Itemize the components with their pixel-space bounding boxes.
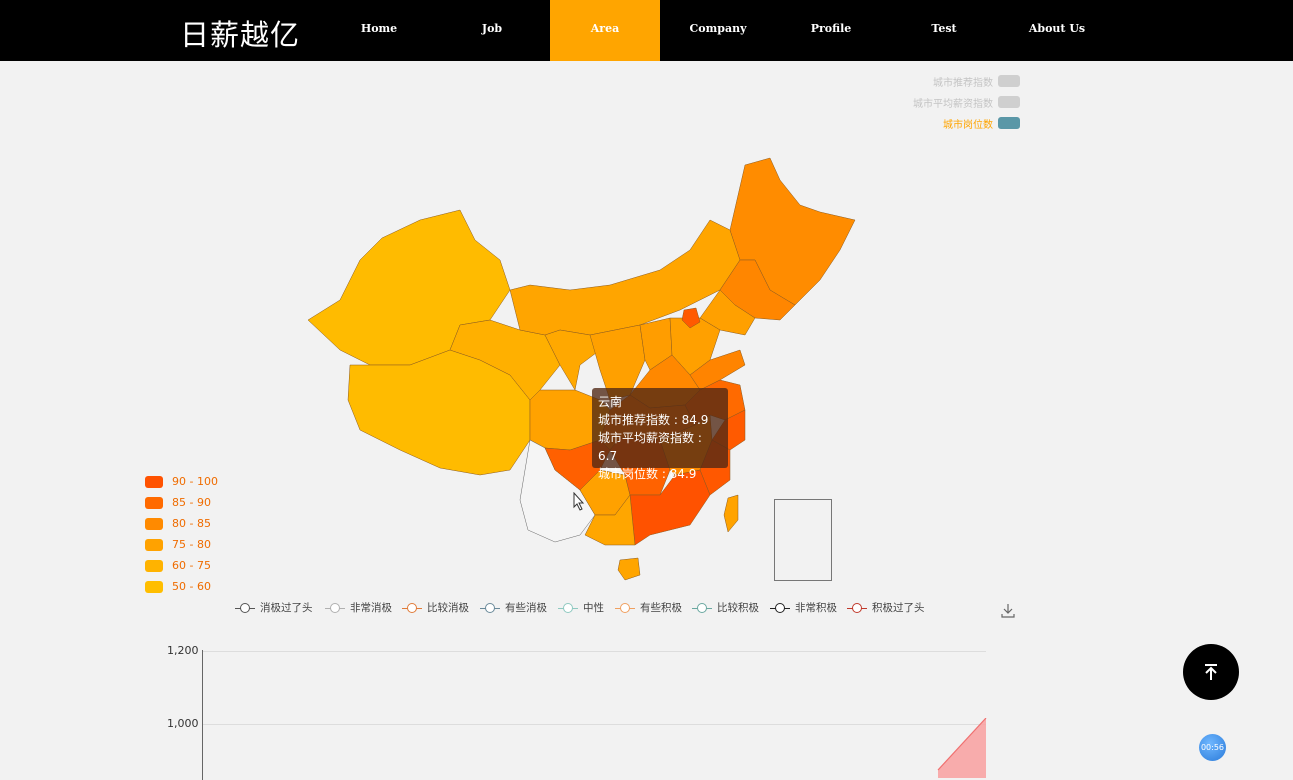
legend-item[interactable]: 比较消极 (402, 600, 469, 615)
legend-label: 有些消极 (505, 602, 547, 614)
nav-about-us[interactable]: About Us (1002, 0, 1112, 61)
visual-map-legend: 90 - 100 85 - 90 80 - 85 75 - 80 60 - 75… (145, 475, 245, 601)
range-label: 75 - 80 (172, 538, 211, 551)
legend-item[interactable]: 非常积极 (770, 600, 837, 615)
legend-label: 有些积极 (640, 602, 682, 614)
gridline (202, 724, 986, 725)
nav-home[interactable]: Home (324, 0, 434, 61)
south-china-sea-inset (774, 499, 832, 581)
mouse-cursor-icon (573, 492, 585, 511)
circle-line-icon (402, 602, 422, 613)
legend-label: 消极过了头 (260, 602, 313, 614)
circle-line-icon (692, 602, 712, 613)
map-tooltip: 云南 城市推荐指数 : 84.9 城市平均薪资指数 : 6.7 城市岗位数 : … (592, 388, 728, 481)
legend-label: 城市岗位数 (943, 119, 993, 131)
legend-item[interactable]: 有些积极 (615, 600, 682, 615)
legend-label: 比较消极 (427, 602, 469, 614)
legend-label: 中性 (583, 602, 604, 614)
top-navbar: 日薪越亿 Home Job Area Company Profile Test … (0, 0, 1293, 61)
range-label: 90 - 100 (172, 475, 218, 488)
circle-line-icon (770, 602, 790, 613)
legend-swatch (998, 75, 1020, 87)
download-icon[interactable] (1001, 603, 1015, 619)
legend-item[interactable]: 积极过了头 (847, 600, 925, 615)
range-label: 80 - 85 (172, 517, 211, 530)
tooltip-line: 城市平均薪资指数 : 6.7 (598, 431, 702, 463)
y-axis (202, 650, 203, 780)
range-swatch-5[interactable] (145, 581, 163, 593)
nav-profile[interactable]: Profile (776, 0, 886, 61)
legend-label: 比较积极 (717, 602, 759, 614)
legend-item-recommend[interactable]: 城市推荐指数 (933, 74, 1020, 89)
y-tick-label: 1,200 (167, 644, 199, 657)
legend-item[interactable]: 消极过了头 (235, 600, 313, 615)
tooltip-line: 城市推荐指数 : 84.9 (598, 413, 709, 427)
back-to-top-button[interactable] (1183, 644, 1239, 700)
tooltip-line: 城市岗位数 : 84.9 (598, 467, 697, 481)
legend-item[interactable]: 非常消极 (325, 600, 392, 615)
range-swatch-2[interactable] (145, 518, 163, 530)
legend-item-jobs[interactable]: 城市岗位数 (943, 116, 1020, 131)
circle-line-icon (325, 602, 345, 613)
site-logo[interactable]: 日薪越亿 (180, 12, 300, 54)
range-swatch-1[interactable] (145, 497, 163, 509)
legend-swatch (998, 117, 1020, 129)
nav-test[interactable]: Test (889, 0, 999, 61)
circle-line-icon (558, 602, 578, 613)
nav-company[interactable]: Company (663, 0, 773, 61)
legend-item[interactable]: 比较积极 (692, 600, 759, 615)
timer-badge[interactable]: 00:56 (1199, 734, 1226, 761)
tooltip-region: 云南 (598, 395, 623, 409)
range-swatch-3[interactable] (145, 539, 163, 551)
region-taiwan (723, 494, 739, 533)
legend-item[interactable]: 中性 (558, 600, 604, 615)
range-swatch-0[interactable] (145, 476, 163, 488)
y-tick-label: 1,000 (167, 717, 199, 730)
circle-line-icon (615, 602, 635, 613)
circle-line-icon (480, 602, 500, 613)
legend-item-salary[interactable]: 城市平均薪资指数 (913, 95, 1020, 110)
area-series (937, 718, 987, 778)
range-label: 50 - 60 (172, 580, 211, 593)
legend-label: 积极过了头 (872, 602, 925, 614)
legend-label: 非常积极 (795, 602, 837, 614)
region-hainan (617, 557, 641, 581)
legend-item[interactable]: 有些消极 (480, 600, 547, 615)
arrow-up-to-line-icon (1205, 664, 1217, 680)
range-label: 60 - 75 (172, 559, 211, 572)
circle-line-icon (235, 602, 255, 613)
nav-area[interactable]: Area (550, 0, 660, 61)
legend-label: 城市平均薪资指数 (913, 98, 993, 110)
nav-job[interactable]: Job (437, 0, 547, 61)
range-label: 85 - 90 (172, 496, 211, 509)
sentiment-line-chart: 1,200 1,000 (150, 640, 1000, 780)
legend-label: 城市推荐指数 (933, 77, 993, 89)
range-swatch-4[interactable] (145, 560, 163, 572)
circle-line-icon (847, 602, 867, 613)
gridline (202, 651, 986, 652)
legend-swatch (998, 96, 1020, 108)
legend-label: 非常消极 (350, 602, 392, 614)
